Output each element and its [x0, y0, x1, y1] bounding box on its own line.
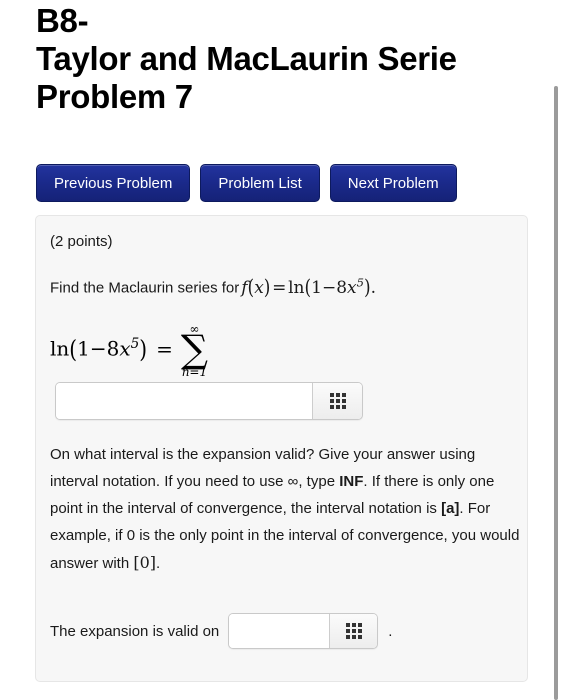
summation-lower-limit: n=1: [181, 365, 208, 380]
display-eq-lhs: ln(1−8x5): [50, 334, 148, 364]
display-equation: ln(1−8x5) = ∞ ∑ n=1: [50, 321, 208, 378]
instructions-paragraph: On what interval is the expansion valid?…: [50, 441, 520, 577]
problem-list-button[interactable]: Problem List: [200, 164, 320, 202]
interval-answer-label: The expansion is valid on: [50, 622, 220, 640]
page-title-line-3: Problem 7: [36, 78, 193, 115]
instructions-math-bracket-zero: [0]: [133, 553, 157, 572]
page-title-line-1: B8-: [36, 2, 89, 39]
math-keypad-icon: [345, 623, 362, 639]
instructions-part-4: .: [156, 555, 161, 572]
series-answer-input[interactable]: [56, 383, 312, 419]
problem-panel: (2 points) Find the Maclaurin series for…: [35, 215, 528, 682]
previous-problem-button[interactable]: Previous Problem: [36, 164, 191, 202]
instructions-bold-bracket-a: [a]: [441, 500, 460, 517]
interval-answer-period: .: [388, 622, 393, 640]
interval-answer-input[interactable]: [229, 614, 330, 648]
points-label: (2 points): [50, 233, 113, 250]
math-keypad-icon: [329, 393, 346, 409]
problem-prompt: Find the Maclaurin series for f(x) = ln(1…: [50, 275, 377, 300]
page-title-line-2: Taylor and MacLaurin Serie: [36, 40, 457, 77]
page-title: B8- Taylor and MacLaurin Serie Problem 7: [36, 2, 457, 116]
sigma-icon: ∑: [180, 327, 208, 371]
math-keypad-button[interactable]: [312, 383, 362, 419]
prompt-formula: f(x) = ln(1−8x5).: [241, 275, 377, 300]
instructions-bold-inf: INF: [339, 473, 364, 490]
page-scrollbar-track[interactable]: [553, 0, 563, 700]
summation-operator: ∞ ∑ n=1: [181, 323, 208, 378]
prompt-text: Find the Maclaurin series for: [50, 279, 240, 297]
page-scrollbar-thumb[interactable]: [554, 86, 558, 700]
interval-answer-row: The expansion is valid on .: [50, 613, 392, 649]
series-answer-widget: [55, 382, 363, 420]
interval-answer-widget: [228, 613, 379, 649]
problem-navigation-bar: Previous Problem Problem List Next Probl…: [36, 164, 457, 202]
next-problem-button[interactable]: Next Problem: [329, 164, 457, 202]
display-eq-equals: =: [156, 336, 173, 361]
math-keypad-button-2[interactable]: [329, 614, 378, 648]
